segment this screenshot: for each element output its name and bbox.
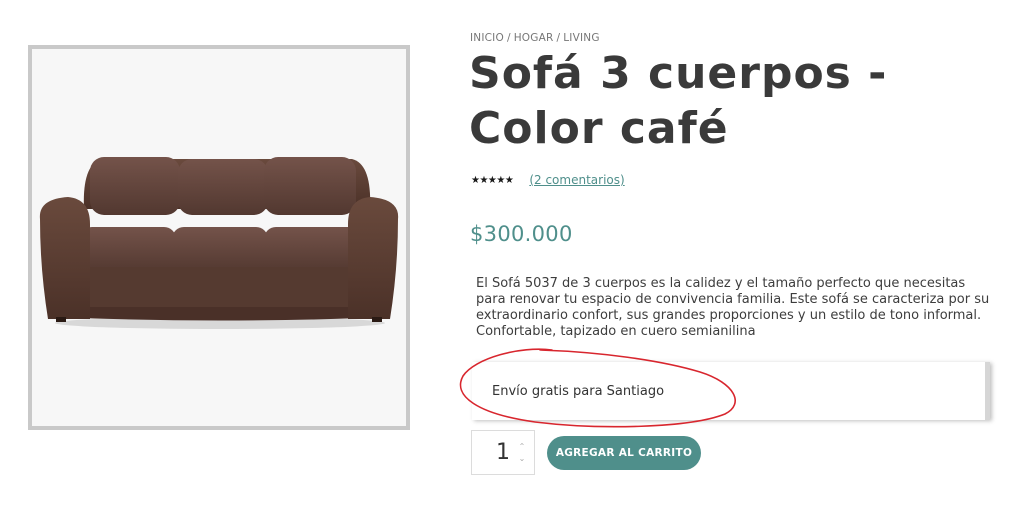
chevron-down-icon[interactable]: ⌄ <box>516 454 528 464</box>
breadcrumb: INICIO / HOGAR / LIVING <box>470 32 600 44</box>
quantity-stepper[interactable]: ⌃ ⌄ <box>471 430 535 475</box>
breadcrumb-separator: / <box>506 32 511 44</box>
chevron-up-icon[interactable]: ⌃ <box>516 442 528 452</box>
breadcrumb-living: LIVING <box>563 32 600 44</box>
shipping-info-box: Envío gratis para Santiago <box>472 362 990 420</box>
breadcrumb-inicio[interactable]: INICIO <box>470 32 504 44</box>
add-to-cart-button[interactable]: AGREGAR AL CARRITO <box>547 436 701 470</box>
breadcrumb-separator: / <box>556 32 561 44</box>
shipping-label: Envío gratis para Santiago <box>492 384 665 399</box>
breadcrumb-hogar[interactable]: HOGAR <box>514 32 554 44</box>
product-rating: ★★★★★ (2 comentarios) <box>471 171 625 189</box>
star-rating-icon: ★★★★★ <box>471 174 514 186</box>
sofa-image <box>39 157 399 329</box>
product-title-line-1: Sofá 3 cuerpos - <box>469 48 888 99</box>
reviews-link[interactable]: (2 comentarios) <box>529 173 624 187</box>
quantity-input[interactable] <box>480 437 510 468</box>
product-image[interactable] <box>28 45 410 430</box>
product-description: El Sofá 5037 de 3 cuerpos es la calidez … <box>476 276 990 339</box>
product-title-line-2: Color café <box>469 103 729 154</box>
product-price: $300.000 <box>470 222 573 246</box>
product-title: Sofá 3 cuerpos - Color café <box>469 46 989 156</box>
